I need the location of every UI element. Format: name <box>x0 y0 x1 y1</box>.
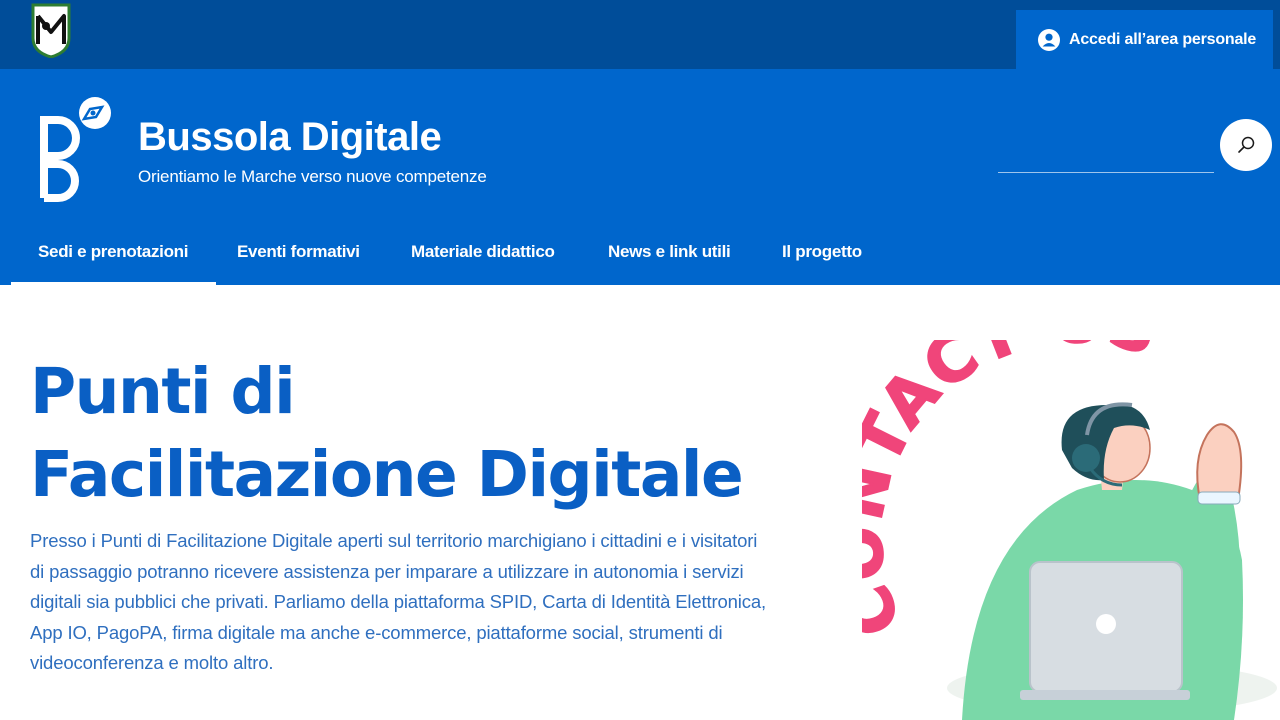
search-icon <box>1238 136 1255 153</box>
bussola-digitale-logo[interactable] <box>38 96 114 202</box>
main-nav: Sedi e prenotazioni Eventi formativi Mat… <box>0 219 1280 285</box>
page-description: Presso i Punti di Facilitazione Digitale… <box>30 530 766 673</box>
user-circle-icon <box>1038 28 1060 51</box>
site-title[interactable]: Bussola Digitale <box>138 115 442 160</box>
laptop-base <box>1020 690 1190 700</box>
nav-item-news-e-link-utili[interactable]: News e link utili <box>608 219 731 285</box>
page-title-line2: Facilitazione Digitale <box>30 438 744 511</box>
top-bar: Accedi all’area personale <box>0 0 1280 69</box>
nav-item-il-progetto[interactable]: Il progetto <box>782 219 862 285</box>
page-title-line1: Punti di <box>30 355 296 428</box>
search-input-underline[interactable] <box>998 172 1214 173</box>
site-header: Bussola Digitale Orientiamo le Marche ve… <box>0 69 1280 285</box>
headset-earcup <box>1072 444 1100 472</box>
person-hand <box>1196 423 1243 501</box>
site-tagline: Orientiamo le Marche verso nuove compete… <box>138 167 487 186</box>
laptop-logo <box>1096 614 1116 634</box>
person-cuff <box>1197 491 1241 505</box>
page-title: Punti di Facilitazione Digitale <box>30 350 830 516</box>
contact-us-illustration: CONTACT US <box>862 340 1277 720</box>
login-label: Accedi all’area personale <box>1069 30 1257 48</box>
regione-marche-logo[interactable] <box>30 2 72 58</box>
nav-item-sedi-e-prenotazioni[interactable]: Sedi e prenotazioni <box>10 219 217 285</box>
nav-item-eventi-formativi[interactable]: Eventi formativi <box>237 219 360 285</box>
nav-item-materiale-didattico[interactable]: Materiale didattico <box>411 219 555 285</box>
search-button[interactable] <box>1220 119 1272 171</box>
login-button[interactable]: Accedi all’area personale <box>1016 10 1273 69</box>
